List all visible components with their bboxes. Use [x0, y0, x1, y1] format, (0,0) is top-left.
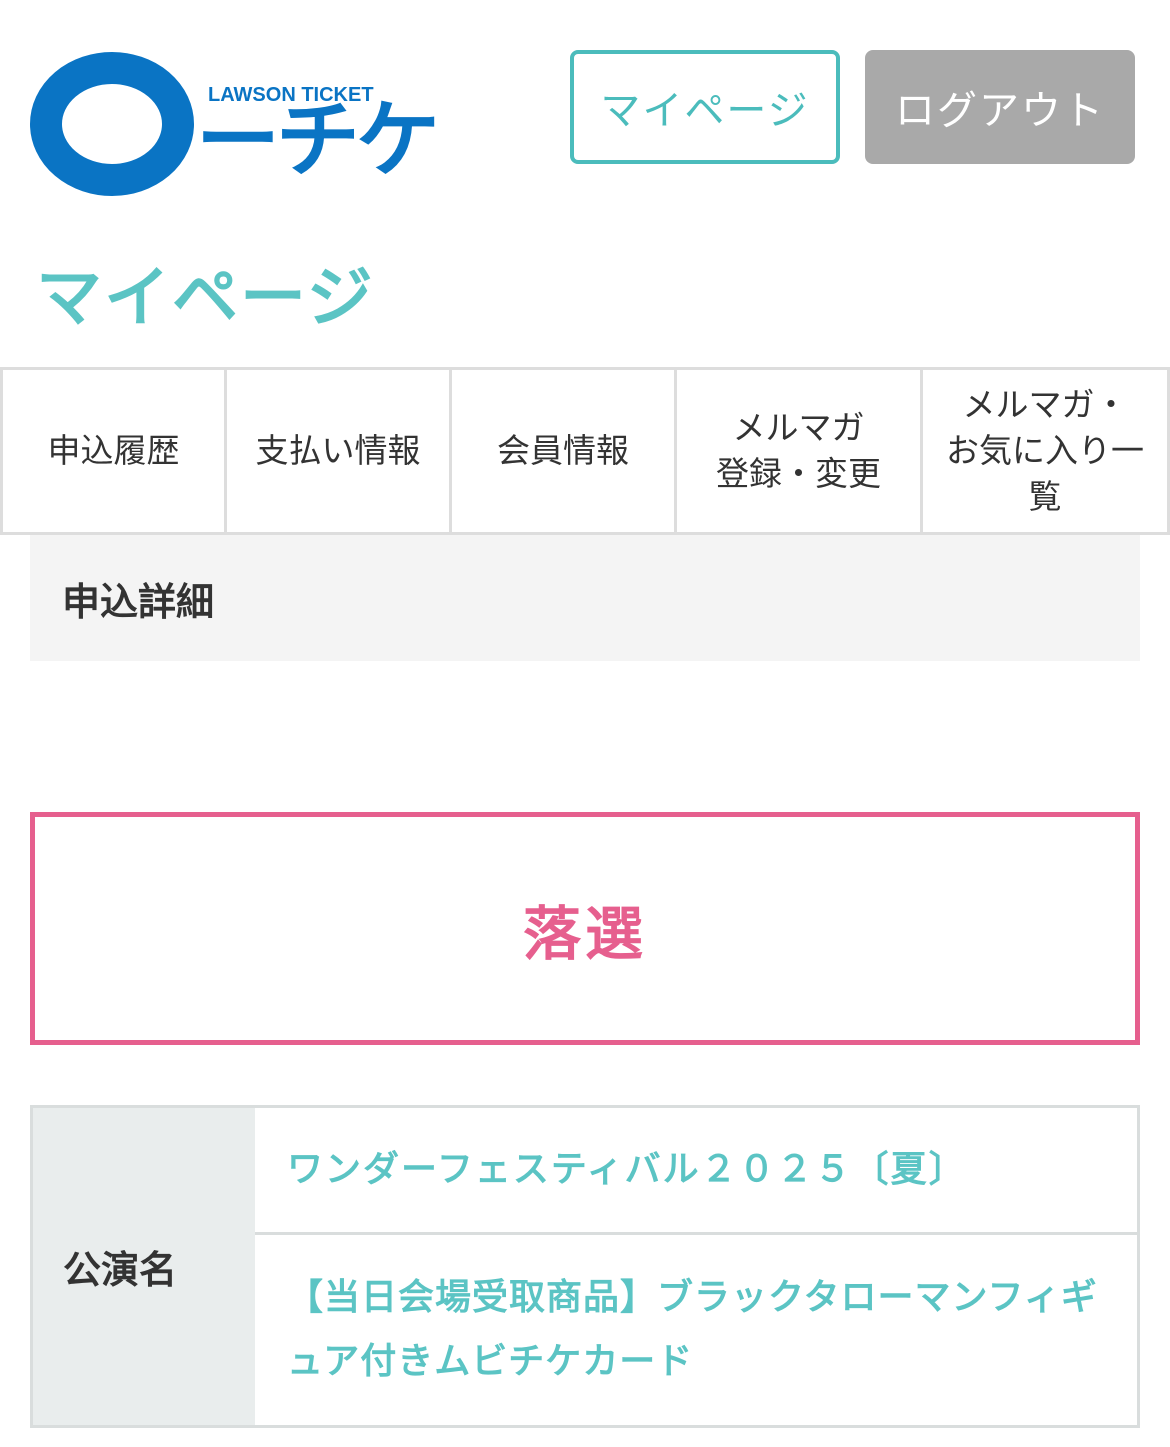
tab-label: 会員情報: [497, 431, 629, 470]
tab-application-history[interactable]: 申込履歴: [0, 370, 224, 532]
tab-payment-info[interactable]: 支払い情報: [224, 370, 449, 532]
mypage-button[interactable]: マイページ: [570, 50, 840, 164]
logo-wordmark: ーチケ: [196, 91, 440, 189]
tab-label: メルマガ・: [962, 385, 1128, 424]
tab-label: お気に入り一: [946, 431, 1144, 470]
page-title: マイページ: [36, 259, 375, 336]
tab-newsletter-favorites[interactable]: メルマガ・ お気に入り一 覧: [920, 370, 1170, 532]
site-header: LAWSON TICKET ーチケ マイページ ログアウト: [0, 0, 1170, 220]
performance-title-link[interactable]: ワンダーフェスティバル２０２５〔夏〕: [255, 1108, 1137, 1235]
tab-label: 申込履歴: [47, 431, 180, 470]
lottery-result-status: 落選: [30, 812, 1140, 1045]
application-details-heading: 申込詳細: [30, 535, 1140, 661]
tab-newsletter-settings[interactable]: メルマガ 登録・変更: [674, 370, 920, 532]
tab-label: 覧: [1028, 477, 1062, 516]
tab-member-info[interactable]: 会員情報: [449, 370, 674, 532]
product-name-link[interactable]: 【当日会場受取商品】ブラックタローマンフィギュア付きムビチケカード: [255, 1235, 1137, 1425]
logo-ring-icon: [30, 52, 194, 196]
tab-label: 登録・変更: [716, 454, 881, 493]
performance-name-values: ワンダーフェスティバル２０２５〔夏〕 【当日会場受取商品】ブラックタローマンフィ…: [255, 1108, 1137, 1425]
performance-name-label: 公演名: [33, 1108, 255, 1425]
logout-button[interactable]: ログアウト: [865, 50, 1135, 164]
tab-label: 支払い情報: [255, 431, 421, 470]
mypage-nav: 申込履歴 支払い情報 会員情報 メルマガ 登録・変更 メルマガ・ お気に入り一 …: [0, 367, 1170, 535]
application-detail-table: 公演名 ワンダーフェスティバル２０２５〔夏〕 【当日会場受取商品】ブラックタロー…: [30, 1105, 1140, 1428]
tab-label: メルマガ: [732, 408, 865, 447]
lawson-ticket-logo[interactable]: LAWSON TICKET ーチケ: [28, 48, 440, 200]
